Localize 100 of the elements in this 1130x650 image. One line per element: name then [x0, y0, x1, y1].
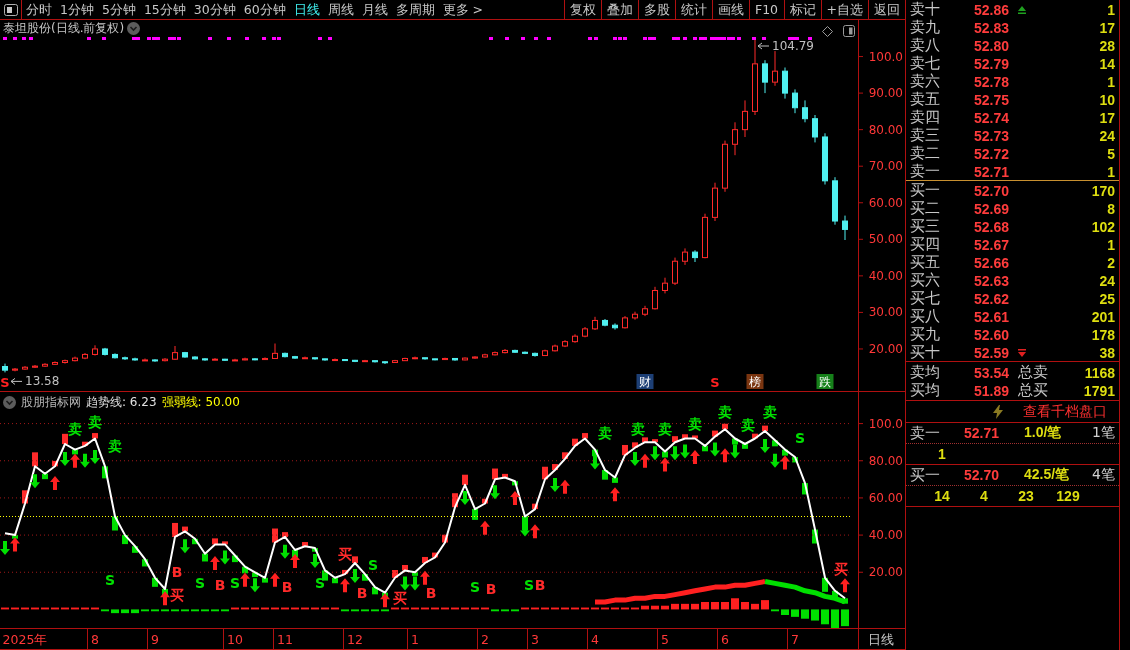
candle: [442, 357, 448, 361]
down-arrow-icon[interactable]: [1018, 348, 1026, 357]
total-label: 总买: [1018, 381, 1049, 400]
toolbar-button[interactable]: 画线: [711, 0, 749, 19]
candle: [492, 351, 498, 356]
candle: [122, 356, 128, 361]
candle: [742, 99, 748, 138]
level-label: 卖一: [910, 423, 941, 443]
candle: [162, 357, 168, 362]
candle: [592, 316, 598, 331]
order-volume: 129: [1055, 487, 1081, 506]
price-text: 52.71: [974, 163, 1011, 180]
candle: [552, 344, 558, 352]
period-tab[interactable]: 1分钟: [56, 0, 98, 19]
volume-text: 10: [1098, 91, 1115, 108]
date-label: 3: [531, 632, 539, 647]
toolbar-button[interactable]: 多股: [637, 0, 675, 19]
period-tab[interactable]: 更多 >: [438, 0, 488, 19]
volume-text: 24: [1098, 127, 1115, 144]
candle: [212, 357, 218, 361]
candle: [52, 360, 58, 366]
toolbar-button[interactable]: F10: [748, 0, 784, 19]
event-tag[interactable]: 跌: [816, 374, 834, 389]
volume-text: 8: [1106, 200, 1115, 217]
level-label: 卖七: [910, 54, 941, 73]
event-mark[interactable]: S: [710, 375, 720, 390]
depth-link[interactable]: 查看千档盘口: [1023, 402, 1107, 421]
candle: [242, 357, 248, 361]
diamond-icon[interactable]: [822, 25, 833, 37]
axis-label: 70.00: [868, 159, 903, 174]
period-tab[interactable]: 月线: [357, 0, 392, 19]
candle: [322, 358, 328, 362]
average-price: 53.54: [974, 364, 1011, 381]
event-mark[interactable]: S: [0, 375, 10, 390]
candle: [82, 352, 88, 360]
candle: [832, 176, 838, 226]
volume-text: 1: [1106, 163, 1115, 180]
up-arrow-icon[interactable]: [1018, 5, 1026, 14]
candle: [672, 257, 678, 286]
toolbar-button[interactable]: 返回: [868, 0, 905, 19]
order-volume: 23: [1017, 487, 1035, 506]
period-tab[interactable]: 日线: [289, 0, 324, 19]
date-label: 2025年: [2, 632, 48, 647]
candle: [802, 99, 808, 123]
candle: [452, 357, 458, 362]
price-text: 52.72: [974, 145, 1011, 162]
candle: [22, 365, 28, 371]
price-text: 52.83: [974, 19, 1011, 36]
level-label: 卖四: [910, 108, 941, 127]
period-tab[interactable]: 30分钟: [189, 0, 240, 19]
toolbar-button[interactable]: 统计: [674, 0, 712, 19]
candle: [182, 351, 188, 359]
volume-text: 201: [1090, 308, 1115, 325]
total-volume: 1168: [1083, 364, 1115, 381]
event-tag[interactable]: 榜: [746, 374, 764, 389]
candle: [412, 356, 418, 360]
candle: [642, 305, 648, 317]
period-tab[interactable]: 5分钟: [97, 0, 140, 19]
period-tab[interactable]: 周线: [323, 0, 358, 19]
candle: [312, 356, 318, 361]
panel-icon: [3, 3, 18, 16]
volume-text: 1: [1106, 1, 1115, 18]
candle: [292, 355, 298, 360]
price-text: 52.61: [974, 308, 1011, 325]
volume-text: 1: [1106, 73, 1115, 90]
candle: [102, 347, 108, 356]
toolbar-button[interactable]: 叠加: [600, 0, 638, 19]
level-label: 卖二: [910, 144, 941, 163]
period-tab[interactable]: 多周期: [391, 0, 439, 19]
volume-text: 1: [1106, 236, 1115, 253]
chevron-down-icon[interactable]: [127, 22, 141, 35]
panel-icon[interactable]: [843, 25, 855, 37]
period-tab[interactable]: 分时: [22, 0, 56, 19]
volume-text: 25: [1098, 290, 1115, 307]
level-label: 买六: [910, 271, 941, 290]
candle: [812, 114, 818, 143]
level-label: 卖八: [910, 36, 941, 55]
candle: [282, 352, 288, 358]
level-label: 卖六: [910, 72, 941, 91]
price-text: 52.70: [964, 467, 1001, 483]
toolbar-button[interactable]: +自选: [820, 0, 868, 19]
price-text: 52.68: [974, 218, 1011, 235]
toolbar-button[interactable]: 标记: [783, 0, 821, 19]
candle: [782, 67, 788, 100]
period-tab[interactable]: 15分钟: [139, 0, 190, 19]
axis-label: 20.00: [868, 341, 903, 356]
volume-text: 5: [1106, 145, 1115, 162]
order-volume: 1: [937, 445, 947, 464]
level-label: 买十: [910, 343, 941, 362]
candle: [502, 348, 508, 354]
event-tag[interactable]: 财: [636, 374, 654, 389]
candle: [632, 311, 638, 321]
average-label: 买均: [910, 381, 941, 400]
candle: [302, 356, 308, 360]
axis-label: 90.00: [868, 86, 903, 101]
volume-text: 170: [1090, 182, 1115, 199]
candle: [602, 318, 608, 327]
period-tab[interactable]: 60分钟: [239, 0, 290, 19]
candle: [722, 140, 728, 193]
toolbar-button[interactable]: 复权: [563, 0, 601, 19]
